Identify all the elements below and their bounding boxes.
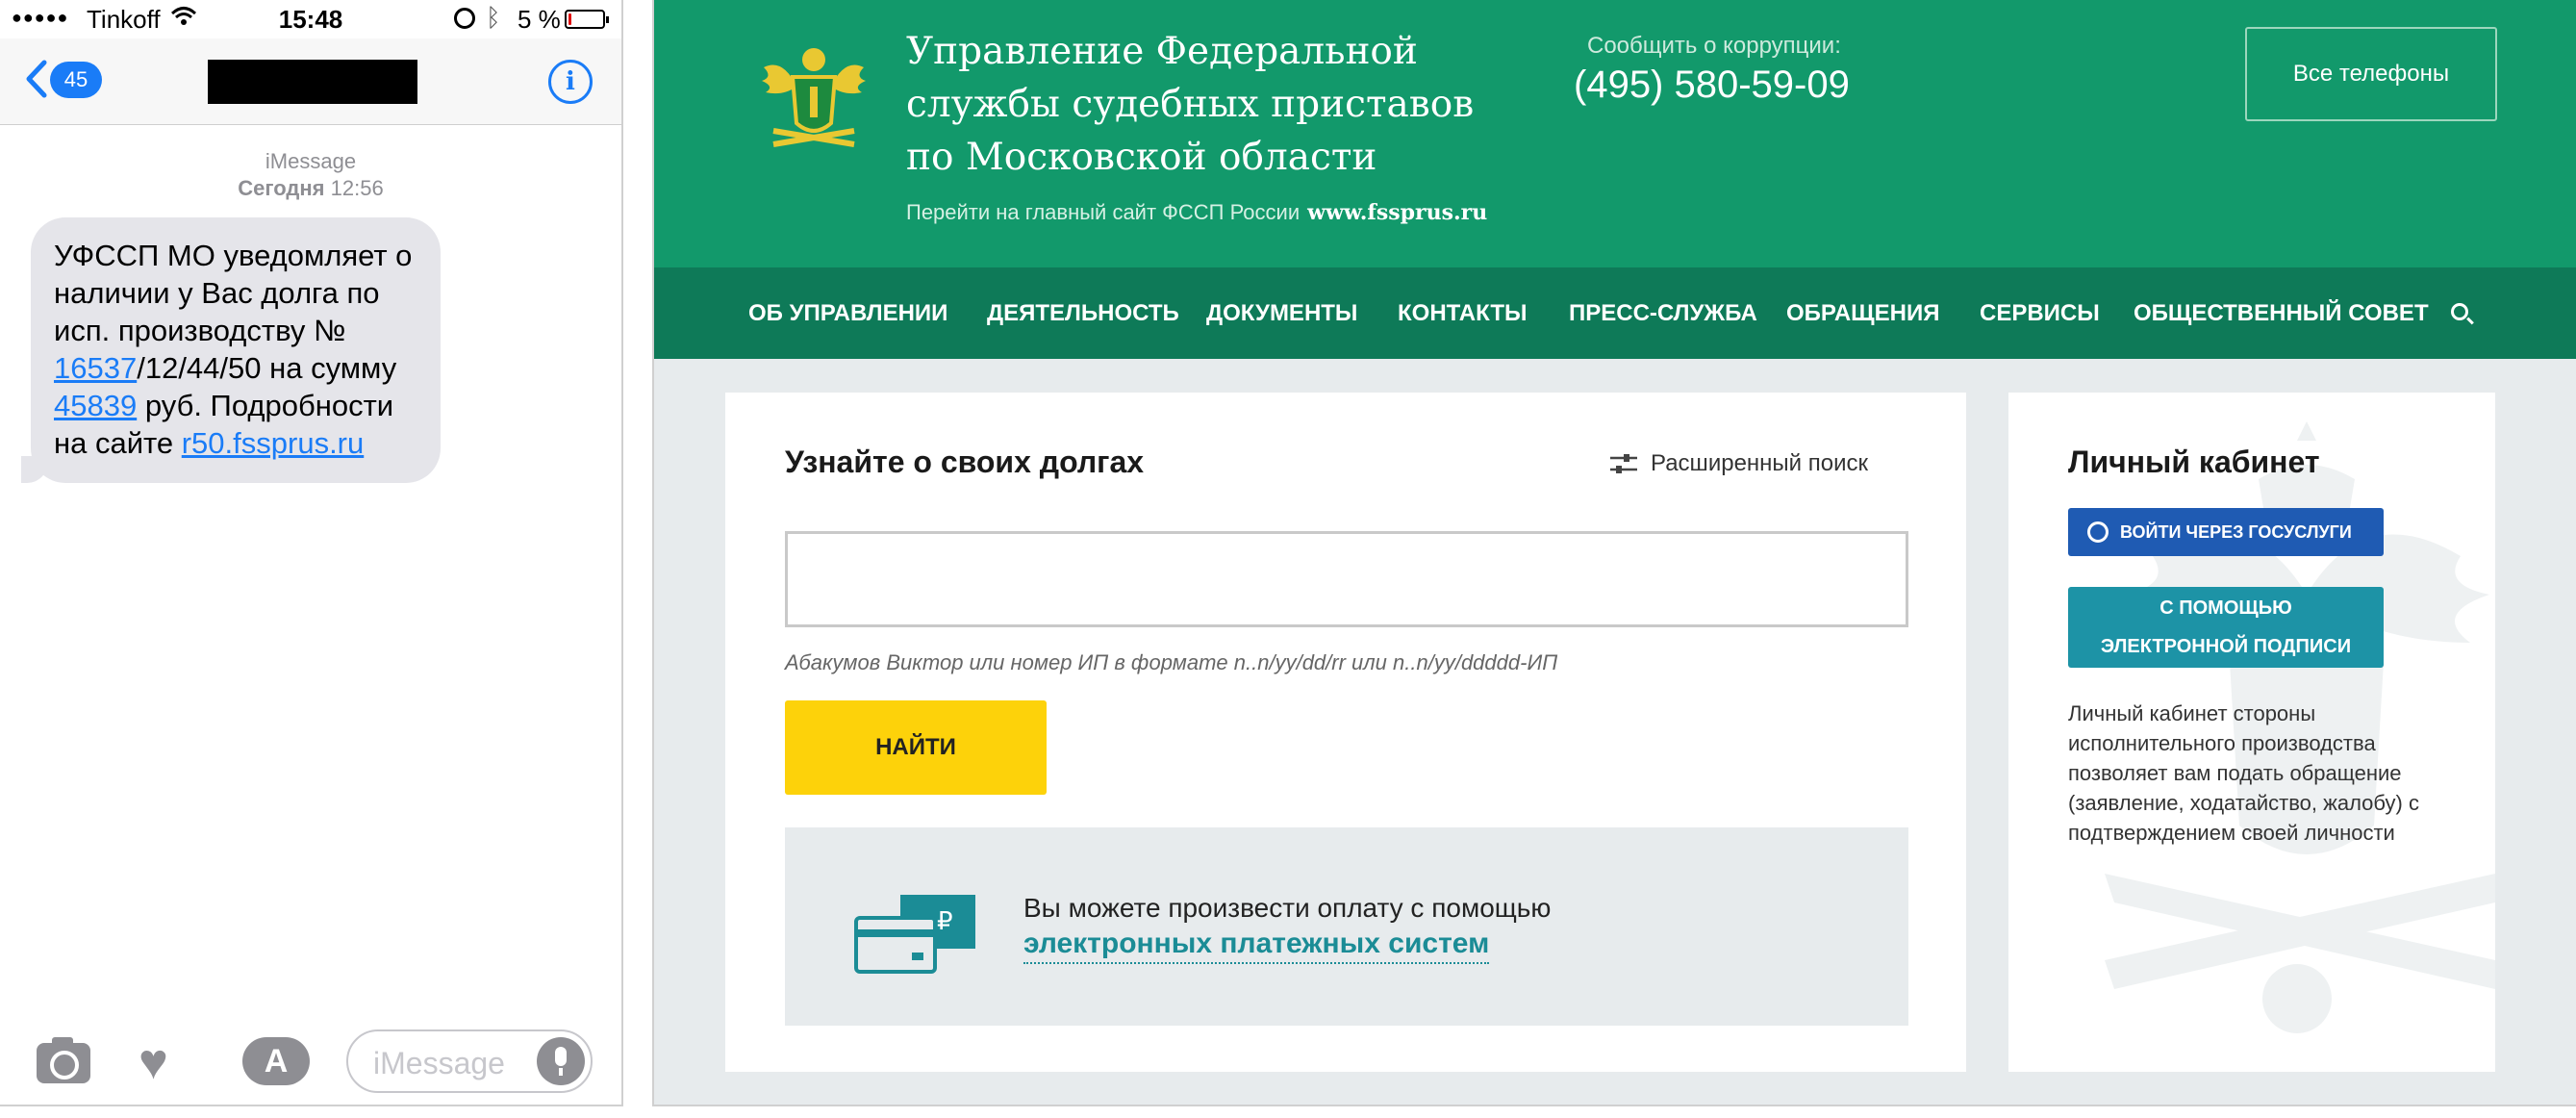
esignature-label-line: ЭЛЕКТРОННОЙ ПОДПИСИ — [2100, 636, 2352, 657]
search-hint: Абакумов Виктор или номер ИП в формате n… — [785, 650, 1558, 674]
main-site-url[interactable]: www.fssprus.ru — [1307, 200, 1487, 225]
debt-search-title: Узнайте о своих долгах — [785, 445, 1145, 479]
main-site-text: Перейти на главный сайт ФССП России — [906, 200, 1301, 224]
electronic-signature-button[interactable]: С ПОМОЩЬЮ ЭЛЕКТРОННОЙ ПОДПИСИ — [2068, 587, 2384, 668]
nav-item-press[interactable]: ПРЕСС-СЛУЖБА — [1569, 300, 1757, 327]
message-time: 12:56 — [330, 176, 384, 200]
message-text-part: УФССП МО уведомляет о наличии у Вас долг… — [54, 239, 413, 347]
imessage-placeholder: iMessage — [373, 1046, 505, 1080]
battery-fill — [568, 13, 571, 25]
service-label: iMessage — [265, 149, 357, 173]
organization-title-line: службы судебных приставов — [906, 83, 1475, 126]
imessage-input[interactable]: iMessage — [346, 1029, 593, 1093]
nav-item-about[interactable]: ОБ УПРАВЛЕНИИ — [748, 300, 947, 327]
nav-item-appeals[interactable]: ОБРАЩЕНИЯ — [1786, 300, 1939, 327]
site-header: Управление Федеральной службы судебных п… — [654, 0, 2576, 267]
gosuslugi-login-label: ВОЙТИ ЧЕРЕЗ ГОСУСЛУГИ — [2120, 522, 2352, 542]
personal-cabinet-description: Личный кабинет стороны исполнительного п… — [2068, 701, 2419, 845]
advanced-search-label: Расширенный поиск — [1651, 450, 1868, 476]
phone-screen: ●●●●● Tinkoff 15:48 ᛒ 5 % 45 i iMessage … — [0, 0, 623, 1106]
nav-item-public-council[interactable]: ОБЩЕСТВЕННЫЙ СОВЕТ — [2134, 300, 2429, 327]
find-button[interactable]: НАЙТИ — [785, 700, 1047, 795]
debt-search-input[interactable] — [785, 531, 1908, 627]
main-navigation: ОБ УПРАВЛЕНИИ ДЕЯТЕЛЬНОСТЬ ДОКУМЕНТЫ КОН… — [654, 267, 2576, 359]
payment-info-box: ₽ Вы можете произвести оплату с помощью … — [785, 827, 1908, 1026]
search-icon[interactable] — [2451, 303, 2468, 320]
card-payment-icon: ₽ — [854, 895, 975, 974]
camera-icon[interactable] — [37, 1037, 90, 1083]
message-text-part: /12/44/50 на сумму — [137, 351, 397, 385]
gosuslugi-ring-icon — [2087, 521, 2109, 543]
fssp-emblem-logo[interactable] — [754, 38, 873, 162]
website-link[interactable]: r50.fssprus.ru — [182, 426, 365, 460]
fssp-website: Управление Федеральной службы судебных п… — [652, 0, 2576, 1106]
app-store-icon[interactable]: A — [242, 1037, 310, 1085]
organization-title-line: по Московской области — [906, 136, 1377, 179]
payment-text: Вы можете произвести оплату с помощью — [1023, 893, 1552, 923]
status-bar: ●●●●● Tinkoff 15:48 ᛒ 5 % — [0, 0, 621, 38]
unread-count-badge[interactable]: 45 — [50, 62, 102, 98]
bluetooth-icon: ᛒ — [486, 3, 501, 32]
all-phones-button[interactable]: Все телефоны — [2245, 27, 2497, 121]
gosuslugi-login-button[interactable]: ВОЙТИ ЧЕРЕЗ ГОСУСЛУГИ — [2068, 508, 2384, 556]
microphone-icon[interactable] — [537, 1037, 585, 1085]
nav-item-contacts[interactable]: КОНТАКТЫ — [1398, 300, 1528, 327]
digital-touch-heart-icon[interactable]: ♥ — [139, 1037, 168, 1087]
nav-item-activity[interactable]: ДЕЯТЕЛЬНОСТЬ — [987, 300, 1179, 327]
nav-item-services[interactable]: СЕРВИСЫ — [1980, 300, 2100, 327]
organization-title-line: Управление Федеральной — [906, 30, 1418, 73]
case-number-link[interactable]: 16537 — [54, 351, 137, 385]
ruble-glyph: ₽ — [937, 907, 953, 936]
main-site-link[interactable]: Перейти на главный сайт ФССП России www.f… — [906, 200, 1487, 225]
personal-cabinet-card: Личный кабинет ВОЙТИ ЧЕРЕЗ ГОСУСЛУГИ С П… — [2008, 393, 2495, 1072]
received-message-bubble: УФССП МО уведомляет о наличии у Вас долг… — [21, 217, 441, 483]
debt-search-card: Узнайте о своих долгах Расширенный поиск… — [725, 393, 1966, 1072]
thread-timestamp: iMessage Сегодня 12:56 — [0, 148, 621, 202]
battery-percent: 5 % — [518, 5, 561, 34]
day-label: Сегодня — [238, 176, 325, 200]
battery-icon — [565, 10, 609, 29]
conversation-navbar: 45 i — [0, 38, 621, 125]
personal-cabinet-title: Личный кабинет — [2068, 445, 2320, 479]
advanced-search-link[interactable]: Расширенный поиск — [1610, 450, 1868, 477]
corruption-hotline-phone[interactable]: (495) 580-59-09 — [1574, 64, 1850, 107]
back-chevron-icon[interactable] — [21, 60, 50, 98]
amount-link[interactable]: 45839 — [54, 389, 137, 422]
nav-item-documents[interactable]: ДОКУМЕНТЫ — [1206, 300, 1357, 327]
message-composer: ♥ A iMessage — [0, 1010, 621, 1106]
orientation-lock-icon — [454, 8, 475, 29]
contact-name-redacted[interactable] — [208, 60, 417, 104]
organization-title[interactable]: Управление Федеральной службы судебных п… — [906, 25, 1541, 184]
info-icon[interactable]: i — [548, 60, 593, 104]
payment-systems-link[interactable]: электронных платежных систем — [1023, 927, 1490, 964]
esignature-label-line: С ПОМОЩЬЮ — [2159, 597, 2292, 619]
corruption-report-label: Сообщить о коррупции: — [1587, 33, 1841, 59]
sliders-icon — [1610, 454, 1637, 473]
